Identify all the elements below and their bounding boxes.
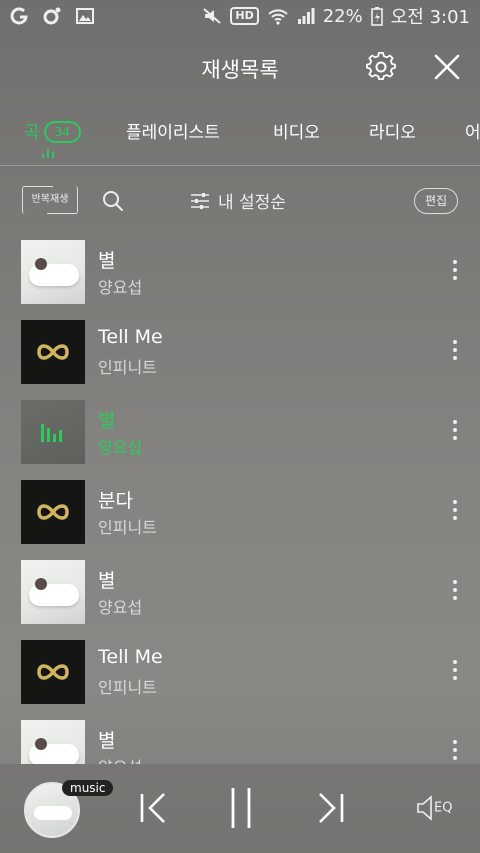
song-artist: 양요섭 [98, 598, 143, 617]
gear-icon[interactable] [366, 52, 396, 82]
list-item[interactable]: 별 양요섭 [0, 552, 480, 632]
tab-playlists-label: 플레이리스트 [126, 123, 220, 143]
album-cover [21, 320, 85, 384]
more-options-icon[interactable] [448, 500, 462, 524]
edit-button[interactable]: 편집 [414, 188, 458, 214]
song-title: 분다 [98, 490, 133, 512]
more-options-icon[interactable] [448, 340, 462, 364]
song-artist: 양요섭 [98, 754, 142, 764]
equalizer-icon [42, 148, 54, 158]
tab-videos[interactable]: 비디오 [273, 118, 320, 143]
album-cover [21, 720, 85, 764]
song-title: Tell Me [98, 326, 163, 348]
battery-icon [370, 7, 383, 26]
infinity-logo [37, 344, 69, 360]
music-badge: music [62, 780, 114, 796]
album-cover [21, 240, 85, 304]
album-cover [21, 400, 85, 464]
sliders-icon [191, 192, 209, 209]
list-item[interactable]: 별 양요섭 [0, 712, 480, 764]
more-options-icon[interactable] [448, 660, 462, 684]
tab-radio-label: 라디오 [369, 123, 416, 143]
song-count-badge: 34 [43, 121, 81, 143]
page-title: 재생목록 [201, 58, 279, 82]
song-artist: 인피니트 [98, 678, 157, 697]
infinity-logo [37, 504, 69, 520]
previous-icon[interactable] [138, 788, 168, 828]
infinity-logo [37, 664, 69, 680]
song-list: 별 양요섭 Tell Me 인피니트 별 양요섭 분다 인피니트 별 양요섭 T… [0, 232, 480, 764]
mini-player: music EQ [0, 764, 480, 853]
eq-label: EQ [434, 800, 453, 816]
song-title: 별 [98, 410, 116, 432]
next-icon[interactable] [316, 788, 346, 828]
tab-songs[interactable]: 곡 34 [24, 118, 81, 143]
tab-videos-label: 비디오 [273, 123, 320, 143]
image-icon [76, 8, 94, 24]
sort-button[interactable]: 내 설정순 [190, 188, 286, 213]
tab-songs-label: 곡 [24, 123, 40, 143]
list-item[interactable]: Tell Me 인피니트 [0, 632, 480, 712]
notification-dot-icon [43, 7, 61, 25]
list-toolbar: 반복재생 내 설정순 편집 [0, 176, 480, 226]
song-title: 별 [98, 570, 116, 592]
signal-icon [297, 8, 315, 24]
song-artist: 양요섭 [98, 278, 143, 297]
song-artist: 양요섭 [98, 438, 143, 457]
song-artist: 인피니트 [98, 358, 157, 377]
list-item-now-playing[interactable]: 별 양요섭 [0, 392, 480, 472]
list-item[interactable]: 별 양요섭 [0, 232, 480, 312]
pause-icon[interactable] [228, 786, 254, 830]
playlist-header: 재생목록 [0, 32, 480, 104]
wifi-icon [268, 9, 288, 25]
close-icon[interactable] [432, 52, 462, 82]
status-bar: HD 22% 오전 3:01 [0, 0, 480, 32]
song-title: 별 [98, 730, 116, 752]
eq-icon [417, 795, 432, 821]
hd-icon: HD [230, 7, 259, 25]
album-cover [21, 480, 85, 544]
notification-g-icon [10, 7, 28, 25]
now-playing-bars-icon [41, 424, 62, 442]
album-cover [21, 640, 85, 704]
song-title: 별 [98, 250, 116, 272]
more-options-icon[interactable] [448, 740, 462, 764]
tab-playlists[interactable]: 플레이리스트 [126, 118, 220, 143]
more-options-icon[interactable] [448, 580, 462, 604]
repeat-label: 반복재생 [31, 194, 69, 205]
list-item[interactable]: 분다 인피니트 [0, 472, 480, 552]
eq-button[interactable]: EQ [416, 794, 452, 822]
edit-label: 편집 [424, 194, 448, 208]
tab-more[interactable]: 어 [465, 118, 480, 143]
clock: 오전 3:01 [390, 7, 470, 28]
tab-bar: 곡 34 플레이리스트 비디오 라디오 어 [0, 106, 480, 166]
more-options-icon[interactable] [448, 420, 462, 444]
sort-label: 내 설정순 [218, 193, 286, 213]
list-item[interactable]: Tell Me 인피니트 [0, 312, 480, 392]
search-icon[interactable] [102, 190, 124, 212]
tab-radio[interactable]: 라디오 [369, 118, 416, 143]
battery-percent: 22% [322, 5, 363, 27]
mute-icon [203, 8, 222, 24]
repeat-button[interactable]: 반복재생 [22, 186, 78, 214]
album-cover [21, 560, 85, 624]
song-artist: 인피니트 [98, 518, 157, 537]
tab-more-label: 어 [465, 123, 480, 143]
song-title: Tell Me [98, 646, 163, 668]
more-options-icon[interactable] [448, 260, 462, 284]
